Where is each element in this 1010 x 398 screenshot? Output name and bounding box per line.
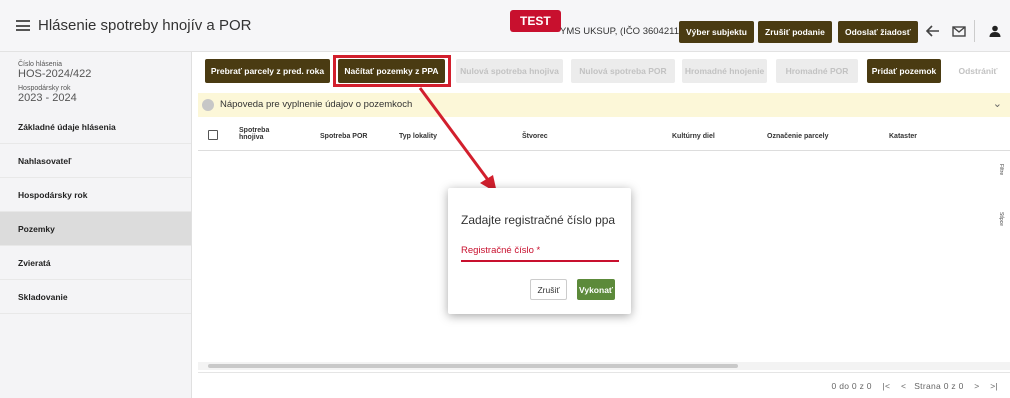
toolbar-divider	[974, 20, 975, 42]
environment-badge: TEST	[510, 10, 561, 32]
sidebar: Číslo hlásenia HOS-2024/422 Hospodársky …	[0, 52, 192, 398]
side-tools: Filtre Stĺpce	[994, 148, 1010, 248]
current-user: YMS UKSUP, (IČO 36042111)	[560, 26, 687, 37]
select-all-checkbox[interactable]	[208, 130, 218, 140]
sidebar-item-storage[interactable]: Skladovanie	[0, 280, 191, 314]
filters-tab[interactable]: Filtre	[998, 164, 1004, 175]
input-underline	[461, 260, 619, 262]
mail-icon[interactable]	[950, 22, 968, 40]
zero-por-button[interactable]: Nulová spotreba POR	[571, 59, 675, 83]
bulk-fertilization-button[interactable]: Hromadné hnojenie	[682, 59, 767, 83]
scrollbar-thumb[interactable]	[208, 364, 738, 368]
column-parcel-id[interactable]: Označenie parcely	[767, 133, 828, 140]
pagination: 0 do 0 z 0 |< < Strana 0 z 0 > >|	[198, 372, 1010, 398]
table-header: Spotreba hnojiva Spotreba POR Typ lokali…	[198, 121, 1010, 151]
bulk-por-button[interactable]: Hromadné POR	[776, 59, 858, 83]
sidebar-item-economic-year[interactable]: Hospodársky rok	[0, 178, 191, 212]
horizontal-scrollbar[interactable]	[198, 362, 1010, 370]
column-location-type[interactable]: Typ lokality	[399, 133, 437, 140]
pagination-range: 0 do 0 z 0	[831, 381, 872, 391]
column-cultural-part[interactable]: Kultúrny diel	[672, 133, 715, 140]
zero-fertilizer-button[interactable]: Nulová spotreba hnojiva	[456, 59, 563, 83]
next-page-button[interactable]: >	[974, 381, 979, 391]
add-land-button[interactable]: Pridať pozemok	[867, 59, 941, 83]
report-number: HOS-2024/422	[18, 68, 92, 80]
columns-tab[interactable]: Stĺpce	[998, 212, 1004, 226]
last-page-button[interactable]: >|	[990, 381, 998, 391]
app-title: Hlásenie spotreby hnojív a POR	[38, 17, 252, 34]
cancel-submission-button[interactable]: Zrušiť podanie	[758, 21, 832, 43]
economic-year-label: Hospodársky rok	[18, 85, 71, 92]
select-subject-button[interactable]: Výber subjektu	[679, 21, 754, 43]
registration-number-input[interactable]	[461, 242, 619, 260]
take-over-parcels-button[interactable]: Prebrať parcely z pred. roka	[205, 59, 330, 83]
column-cadastre[interactable]: Kataster	[889, 133, 917, 140]
send-request-button[interactable]: Odoslať žiadosť	[838, 21, 918, 43]
sidebar-item-lands[interactable]: Pozemky	[0, 212, 191, 246]
remove-button[interactable]: Odstrániť	[950, 59, 1006, 83]
highlight-frame	[333, 55, 451, 87]
dialog-title: Zadajte registračné číslo ppa	[461, 213, 616, 227]
ppa-number-dialog: Zadajte registračné číslo ppa Registračn…	[448, 188, 631, 314]
report-number-label: Číslo hlásenia	[18, 61, 62, 68]
pagination-controls: 0 do 0 z 0 |< < Strana 0 z 0 > >|	[832, 381, 999, 391]
sidebar-item-reporter[interactable]: Nahlasovateľ	[0, 144, 191, 178]
dialog-cancel-button[interactable]: Zrušiť	[530, 279, 567, 300]
top-bar: Hlásenie spotreby hnojív a POR TEST YMS …	[0, 0, 1010, 52]
menu-icon[interactable]	[16, 20, 30, 31]
info-icon	[202, 99, 214, 111]
column-fertilizer[interactable]: Spotreba hnojiva	[239, 127, 279, 141]
user-icon[interactable]	[986, 22, 1004, 40]
chevron-down-icon[interactable]: ⌄	[993, 97, 1002, 110]
page-indicator: Strana 0 z 0	[914, 381, 964, 391]
first-page-button[interactable]: |<	[883, 381, 891, 391]
sidebar-item-basic-data[interactable]: Základné údaje hlásenia	[0, 110, 191, 144]
prev-page-button[interactable]: <	[901, 381, 906, 391]
back-arrow-icon[interactable]	[924, 22, 942, 40]
dialog-execute-button[interactable]: Vykonať	[577, 279, 615, 300]
help-banner[interactable]: Nápoveda pre vyplnenie údajov o pozemkoc…	[198, 93, 1010, 117]
column-por[interactable]: Spotreba POR	[320, 133, 367, 140]
economic-year: 2023 - 2024	[18, 92, 77, 104]
help-text: Nápoveda pre vyplnenie údajov o pozemkoc…	[220, 99, 413, 110]
column-square[interactable]: Štvorec	[522, 133, 548, 140]
sidebar-item-animals[interactable]: Zvieratá	[0, 246, 191, 280]
